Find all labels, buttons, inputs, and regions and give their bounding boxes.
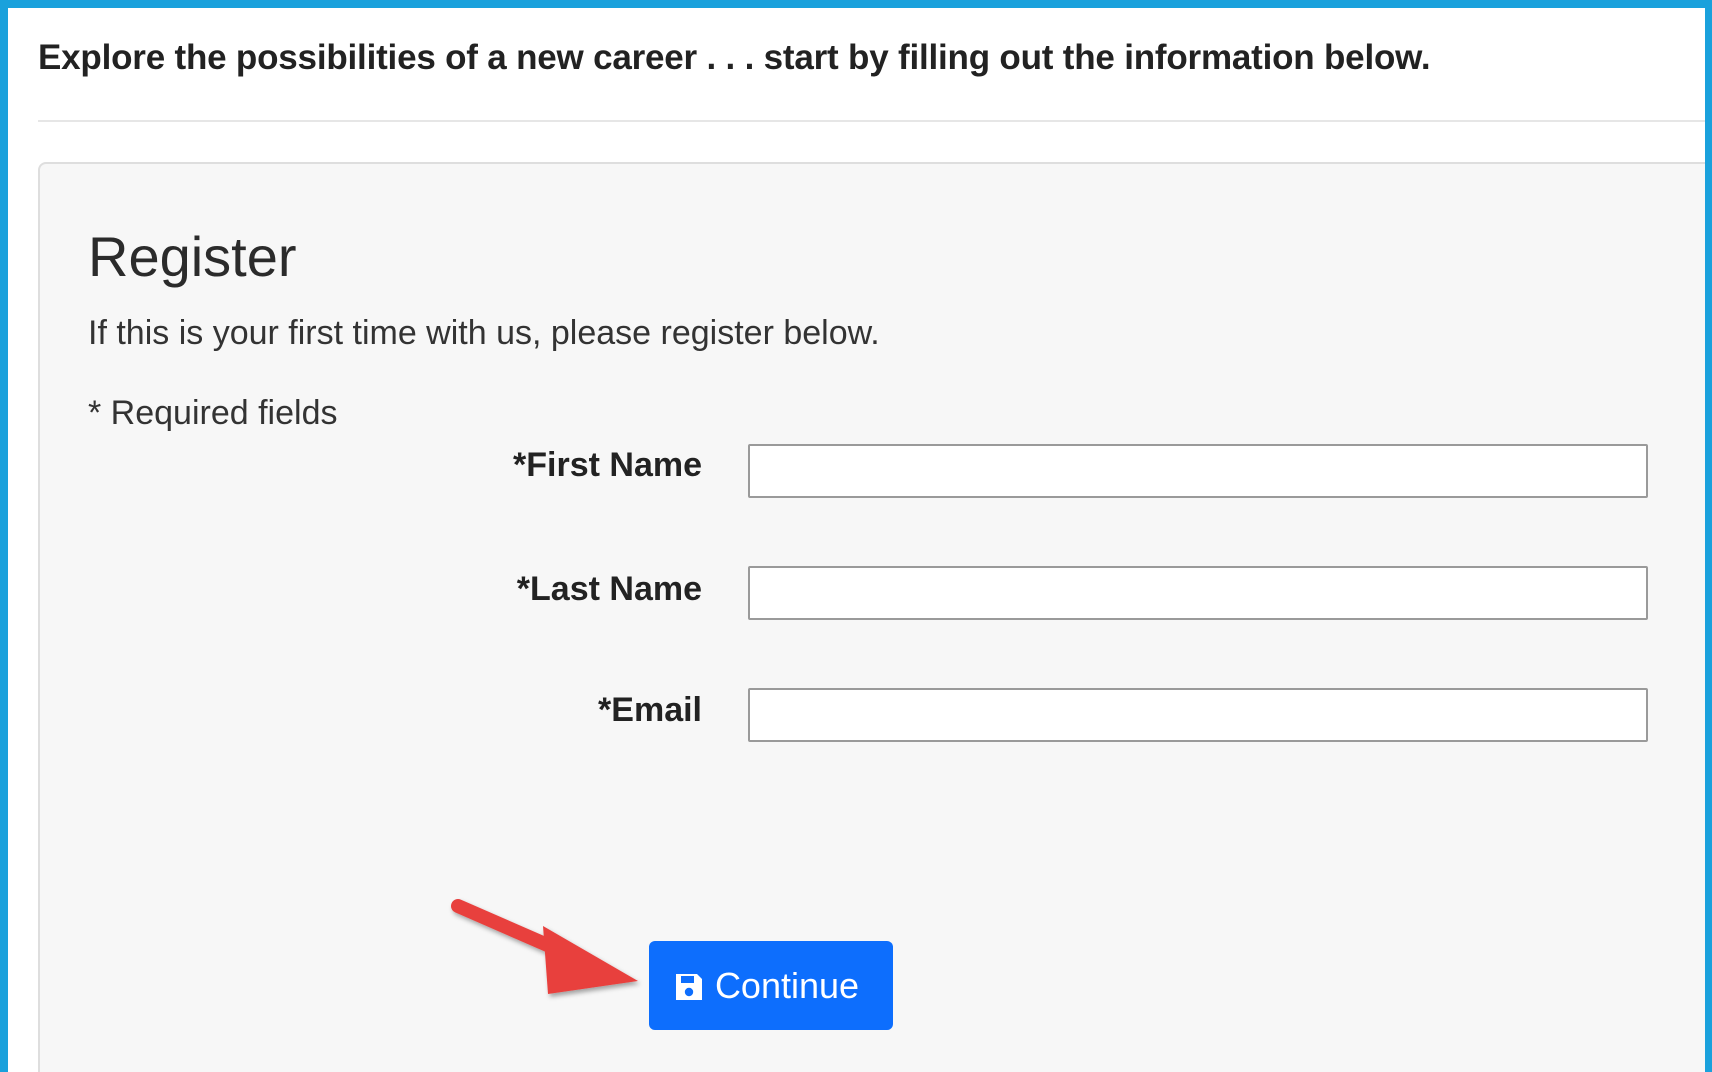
email-label: *Email [598, 691, 702, 729]
intro-heading: Explore the possibilities of a new caree… [38, 38, 1431, 77]
continue-button[interactable]: Continue [649, 941, 893, 1030]
screenshot-frame: Explore the possibilities of a new caree… [0, 0, 1712, 1072]
register-panel: Register If this is your first time with… [38, 162, 1705, 1072]
first-name-label: *First Name [513, 446, 702, 484]
last-name-label: *Last Name [516, 570, 702, 608]
floppy-disk-save-icon [673, 970, 705, 1002]
header-divider [38, 120, 1705, 122]
continue-button-label: Continue [714, 964, 860, 1006]
register-title: Register [88, 225, 297, 288]
last-name-input[interactable] [748, 566, 1648, 620]
first-name-input[interactable] [748, 444, 1648, 498]
red-pointer-arrow-icon [451, 899, 638, 994]
register-subtitle: If this is your first time with us, plea… [88, 314, 880, 352]
required-fields-note: * Required fields [88, 394, 338, 432]
email-input[interactable] [748, 688, 1648, 742]
